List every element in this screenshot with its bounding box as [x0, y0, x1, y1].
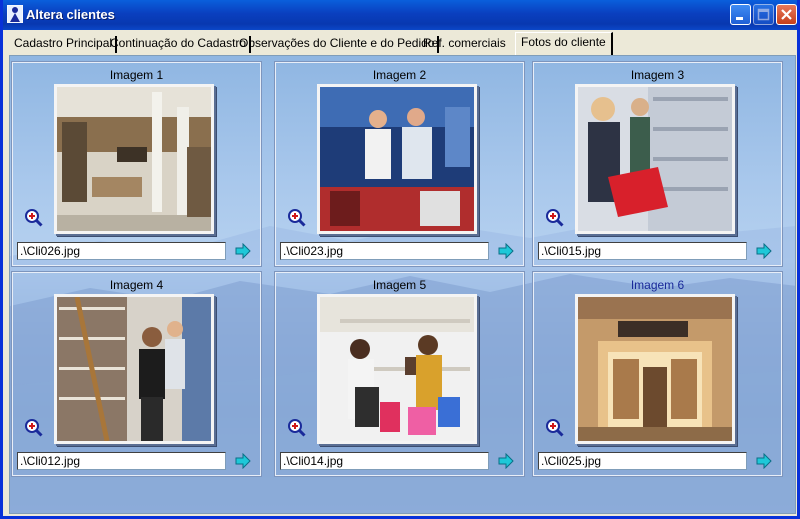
image-title: Imagem 3: [630, 68, 685, 82]
tab-cadastro-principal[interactable]: Cadastro Principal: [11, 36, 118, 53]
tab-strip: Cadastro Principal Continuação do Cadast…: [9, 32, 797, 55]
zoom-in-icon[interactable]: [546, 419, 564, 437]
image-title: Imagem 5: [372, 278, 427, 292]
image-path-field[interactable]: .\Cli026.jpg: [17, 242, 226, 260]
image-panel-5: Imagem 5 .\Cli014.jpg: [274, 271, 525, 477]
image-panel-3: Imagem 3 .\Cli015.jpg: [532, 61, 783, 267]
zoom-in-icon[interactable]: [25, 209, 43, 227]
image-path-field[interactable]: .\Cli023.jpg: [280, 242, 489, 260]
image-path-field[interactable]: .\Cli012.jpg: [17, 452, 226, 470]
arrow-right-icon[interactable]: [498, 243, 514, 259]
tab-fotos-cliente[interactable]: Fotos do cliente: [515, 32, 613, 55]
image-title: Imagem 4: [109, 278, 164, 292]
client-photo[interactable]: [317, 294, 477, 444]
image-title: Imagem 2: [372, 68, 427, 82]
image-panel-2: Imagem 2 .\Cli023.jpg: [274, 61, 525, 267]
client-photo[interactable]: [575, 84, 735, 234]
arrow-right-icon[interactable]: [498, 453, 514, 469]
minimize-icon: [736, 17, 743, 20]
zoom-in-icon[interactable]: [288, 419, 306, 437]
window-title: Altera clientes: [26, 7, 115, 22]
app-icon: [7, 5, 23, 23]
zoom-in-icon[interactable]: [288, 209, 306, 227]
arrow-right-icon[interactable]: [756, 243, 772, 259]
image-panel-1: Imagem 1 .\Cli026.jpg: [11, 61, 262, 267]
image-path-field[interactable]: .\Cli015.jpg: [538, 242, 747, 260]
image-path-field[interactable]: .\Cli014.jpg: [280, 452, 489, 470]
tab-observacoes[interactable]: Observações do Cliente e do Pedido: [236, 36, 440, 53]
zoom-in-icon[interactable]: [25, 419, 43, 437]
image-path-field[interactable]: .\Cli025.jpg: [538, 452, 747, 470]
image-title: Imagem 1: [109, 68, 164, 82]
image-panel-6: Imagem 6 .\Cli025.jpg: [532, 271, 783, 477]
arrow-right-icon[interactable]: [235, 453, 251, 469]
zoom-in-icon[interactable]: [546, 209, 564, 227]
maximize-icon: [757, 8, 770, 21]
arrow-right-icon[interactable]: [235, 243, 251, 259]
close-icon: [781, 9, 792, 20]
image-panel-4: Imagem 4 .\Cli012.jpg: [11, 271, 262, 477]
title-bar[interactable]: Altera clientes: [3, 0, 797, 30]
minimize-button[interactable]: [730, 4, 751, 25]
image-title: Imagem 6: [630, 278, 685, 292]
client-photo[interactable]: [575, 294, 735, 444]
tab-ref-comerciais[interactable]: Ref. comerciais: [420, 36, 509, 53]
client-photo[interactable]: [54, 84, 214, 234]
tab-continuacao-cadastro[interactable]: Continuação do Cadastro: [107, 36, 252, 53]
fotos-tab-content: Imagem 1 .\Cli026.jpg Imagem 2 .\Cli023.…: [9, 55, 796, 514]
maximize-button[interactable]: [753, 4, 774, 25]
client-photo[interactable]: [54, 294, 214, 444]
close-button[interactable]: [776, 4, 797, 25]
altera-clientes-window: Altera clientes Cadastro Principal Conti…: [0, 0, 800, 519]
client-photo[interactable]: [317, 84, 477, 234]
arrow-right-icon[interactable]: [756, 453, 772, 469]
